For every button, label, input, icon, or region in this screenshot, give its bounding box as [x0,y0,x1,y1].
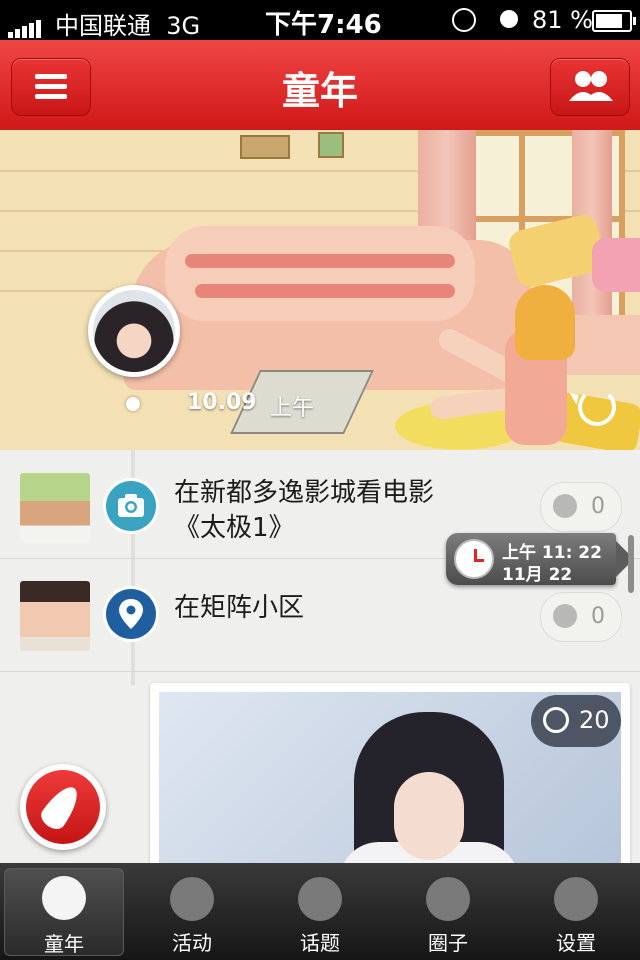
tab-label: 设置 [556,931,596,955]
feed-text: 在矩阵小区 [174,593,305,623]
alarm-icon [500,10,518,28]
rotation-lock-icon [452,8,476,32]
cover-illustration [0,130,640,450]
wall-picture [240,135,290,159]
tab-label: 圈子 [428,931,468,955]
battery-icon [592,10,636,32]
location-pin-icon [106,589,156,639]
like-count: 0 [591,604,605,629]
avatar-photo [93,290,175,372]
photo-figure [394,772,464,860]
friends-icon [569,71,613,101]
friends-button[interactable] [550,58,630,116]
blanket [165,226,475,321]
compose-button[interactable] [20,764,106,850]
cover-ampm: 上午 [270,396,315,421]
status-bar: 中国联通 3G 下午7:46 81 % [0,0,640,40]
tab-bar: 童年 活动 话题 圈子 设置 [0,863,640,960]
timestamp-bubble: 上午 11: 22 11月 22 [446,533,634,585]
tab-label: 活动 [172,931,212,955]
nav-bar: 童年 [0,40,640,130]
wall-picture [318,132,344,158]
timeline-dot [126,397,140,411]
pillow [592,238,640,292]
gear-icon [554,877,598,921]
signal-strength-icon [8,10,43,38]
tab-circles[interactable]: 圈子 [384,863,512,960]
battery-level-fill [596,14,622,28]
childhood-icon [42,876,86,920]
cover-date: 10.09 [187,390,257,415]
page-title: 童年 [281,69,358,113]
tab-topics[interactable]: 话题 [256,863,384,960]
feather-icon [37,780,85,834]
battery-percent: 81 % [532,6,593,34]
tab-childhood[interactable]: 童年 [4,868,124,956]
carrier-label: 中国联通 3G [55,12,201,40]
people-circle-icon [426,877,470,921]
tab-settings[interactable]: 设置 [512,863,640,960]
bubble-date: 11月 22 [502,565,573,585]
tab-label: 童年 [44,932,84,956]
smiley-icon [553,494,577,518]
like-count: 20 [579,706,610,734]
profile-avatar[interactable] [88,285,180,377]
refresh-icon[interactable] [578,388,616,426]
smiley-icon [553,604,577,628]
photo-like-button[interactable]: 20 [531,695,621,747]
like-count: 0 [591,494,605,519]
footprints-icon [170,877,214,921]
smiley-icon [543,707,569,733]
scrollbar-thumb[interactable] [628,535,634,593]
location-pin-icon [119,599,143,629]
feed-text: 在新都多逸影城看电影《太极1》 [174,478,435,543]
like-button[interactable]: 0 [540,482,622,532]
clock-icon [454,539,494,579]
tab-label: 话题 [300,931,340,955]
tab-activity[interactable]: 活动 [128,863,256,960]
camera-icon [106,481,156,531]
chat-bubble-icon [298,877,342,921]
camera-icon [118,494,144,517]
girl-figure [515,285,575,360]
like-button[interactable]: 0 [540,592,622,642]
compose-button-face [26,770,100,844]
feed-thumbnail[interactable] [20,473,90,543]
status-time: 下午7:46 [265,10,382,40]
feed-thumbnail[interactable] [20,581,90,651]
